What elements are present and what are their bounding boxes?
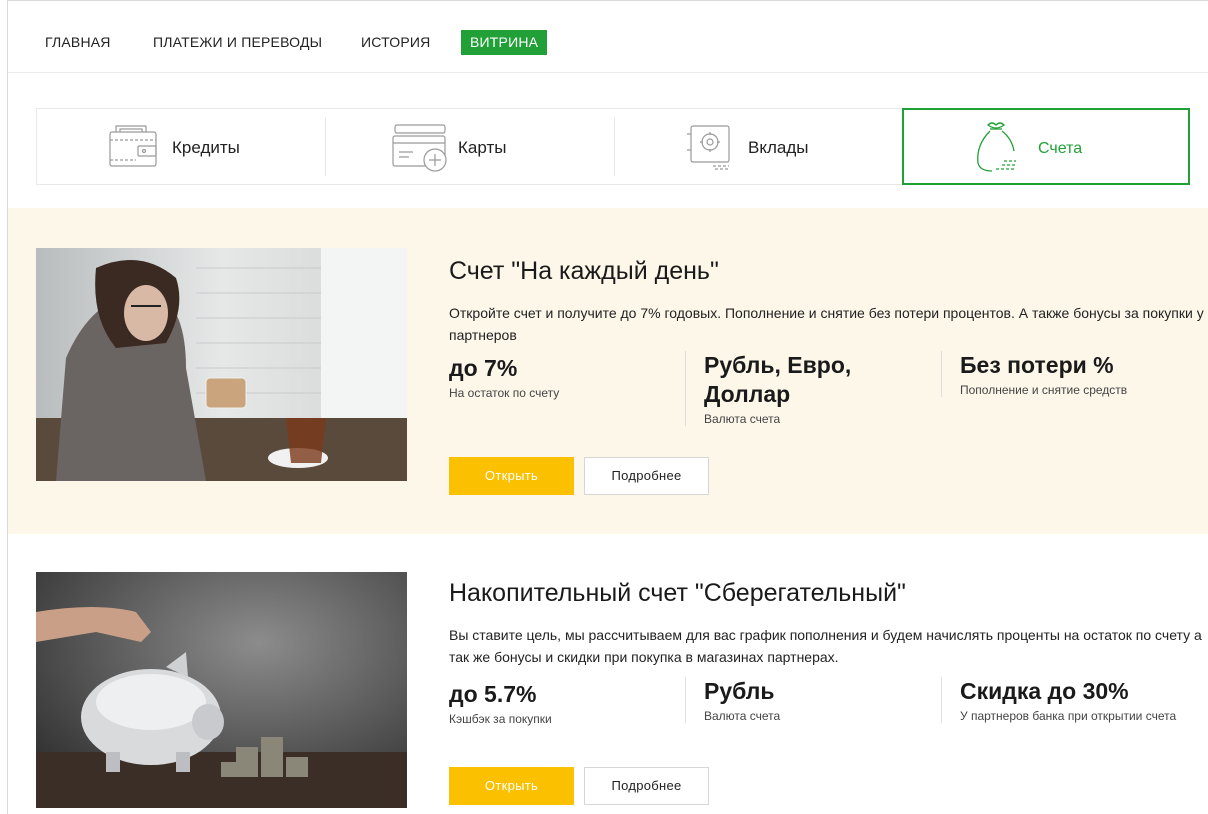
feature-discount: Скидка до 30% У партнеров банка при откр… [941,677,1190,723]
tab-deposits[interactable]: Вклады [615,109,902,184]
money-bag-icon [972,119,1028,180]
details-button[interactable]: Подробнее [584,767,709,805]
nav-showcase[interactable]: ВИТРИНА [461,30,548,55]
category-tabs: Кредиты Карты Вклады Счета [36,108,1190,185]
top-navigation: ГЛАВНАЯ ПЛАТЕЖИ И ПЕРЕВОДЫ ИСТОРИЯ ВИТРИ… [8,1,1208,73]
product-description: Вы ставите цель, мы рассчитываем для вас… [449,627,1202,665]
feature-value: до 5.7% [449,681,537,707]
nav-home[interactable]: ГЛАВНАЯ [45,30,111,55]
feature-currency: Рубль Валюта счета [685,677,934,723]
product-card-everyday: Счет "На каждый день" Откройте счет и по… [8,208,1208,534]
feature-withdrawal: Без потери % Пополнение и снятие средств [941,351,1190,397]
feature-value: до 7% [449,355,518,381]
open-button[interactable]: Открыть [449,457,574,495]
feature-currency: Рубль, Евро, Доллар Валюта счета [685,351,934,426]
piggy-bank-photo [36,572,407,808]
feature-value: Без потери % [960,352,1114,378]
wallet-icon [108,122,160,177]
tab-accounts-label: Счета [1038,140,1083,157]
tab-accounts[interactable]: Счета [902,108,1190,185]
safe-icon [685,122,735,177]
feature-caption: Пополнение и снятие средств [960,383,1128,397]
feature-rate: до 7% На остаток по счету [449,354,679,400]
tab-deposits-label: Вклады [748,138,809,157]
feature-caption: На остаток по счету [449,386,560,400]
nav-payments[interactable]: ПЛАТЕЖИ И ПЕРЕВОДЫ [153,30,322,55]
product-title: Накопительный счет "Сберегательный" [449,579,906,607]
feature-caption: У партнеров банка при открытии счета [960,709,1177,723]
feature-caption: Валюта счета [704,709,781,723]
tab-credits-label: Кредиты [172,138,240,157]
feature-caption: Валюта счета [704,412,781,426]
feature-value: Скидка до 30% [960,678,1129,704]
feature-caption: Кэшбэк за покупки [449,712,552,726]
page-frame: ГЛАВНАЯ ПЛАТЕЖИ И ПЕРЕВОДЫ ИСТОРИЯ ВИТРИ… [7,0,1208,814]
nav-history[interactable]: ИСТОРИЯ [361,30,430,55]
feature-value: Рубль [704,678,775,704]
details-button[interactable]: Подробнее [584,457,709,495]
open-button[interactable]: Открыть [449,767,574,805]
feature-value: Рубль, Евро, Доллар [704,352,852,407]
feature-cashback: до 5.7% Кэшбэк за покупки [449,680,679,726]
woman-with-tea-photo [36,248,407,481]
tab-cards[interactable]: Карты [326,109,615,184]
product-description: Откройте счет и получите до 7% годовых. … [449,305,1204,343]
card-plus-icon [391,122,451,179]
product-card-savings: Накопительный счет "Сберегательный" Вы с… [8,534,1208,814]
tab-credits[interactable]: Кредиты [37,109,326,184]
tab-cards-label: Карты [458,138,507,157]
product-title: Счет "На каждый день" [449,257,719,285]
